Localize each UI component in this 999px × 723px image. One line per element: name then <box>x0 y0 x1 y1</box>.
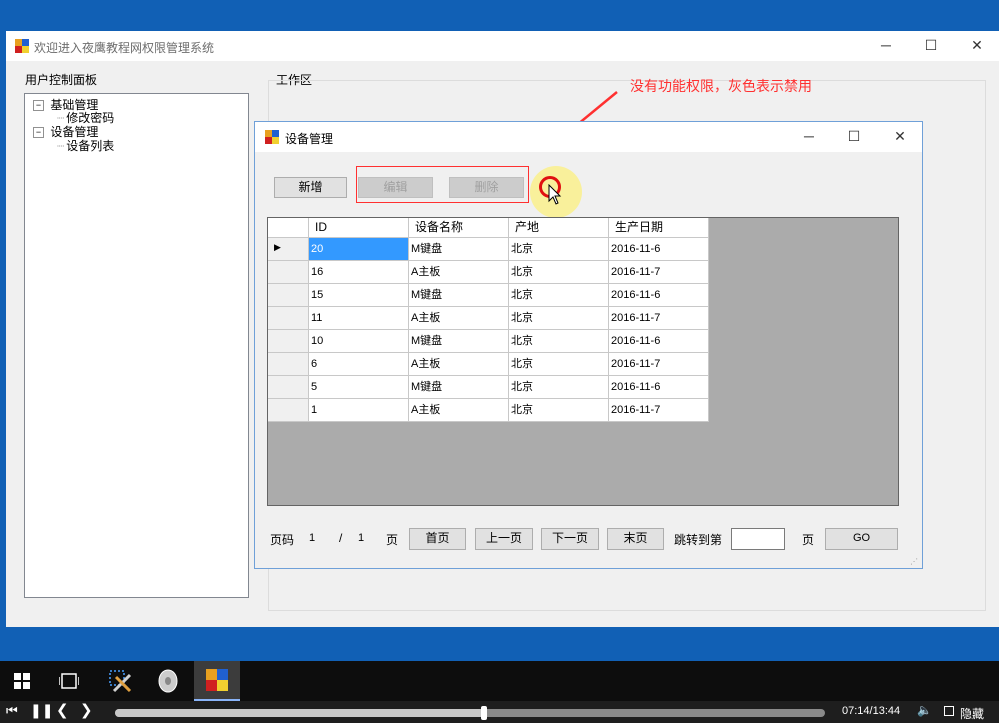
hide-checkbox[interactable] <box>944 706 954 716</box>
cell-date[interactable]: 2016-11-6 <box>609 284 709 307</box>
cell-date[interactable]: 2016-11-6 <box>609 376 709 399</box>
cell-date[interactable]: 2016-11-6 <box>609 238 709 261</box>
cell-id[interactable]: 11 <box>309 307 409 330</box>
cell-name[interactable]: M键盘 <box>409 330 509 353</box>
grid-corner <box>268 218 309 238</box>
close-icon[interactable]: ✕ <box>888 126 912 146</box>
cell-name[interactable]: A主板 <box>409 353 509 376</box>
cell-origin[interactable]: 北京 <box>509 376 609 399</box>
app-icon <box>265 130 279 144</box>
row-header[interactable] <box>268 330 309 353</box>
pause-icon[interactable]: ❚❚ <box>30 702 53 719</box>
cursor-icon <box>548 184 562 205</box>
go-button[interactable]: GO <box>825 528 898 550</box>
prev-icon[interactable]: ❮ <box>56 701 69 719</box>
column-header-date[interactable]: 生产日期 <box>609 218 709 238</box>
cell-date[interactable]: 2016-11-7 <box>609 399 709 422</box>
cell-name[interactable]: A主板 <box>409 307 509 330</box>
minimize-icon[interactable]: ─ <box>797 126 821 146</box>
app-icon <box>206 669 228 691</box>
cell-origin[interactable]: 北京 <box>509 353 609 376</box>
cell-id[interactable]: 20 <box>309 238 409 261</box>
maximize-icon[interactable]: ☐ <box>842 126 866 146</box>
device-management-window: 设备管理 ─ ☐ ✕ 新增 编辑 删除 ID 设备名称 产地 生产日期 ▶ 20… <box>254 121 923 569</box>
row-header[interactable] <box>268 284 309 307</box>
windows-start-icon[interactable] <box>14 673 30 689</box>
current-row-icon: ▶ <box>274 242 281 252</box>
add-button[interactable]: 新增 <box>274 177 347 198</box>
row-header[interactable] <box>268 376 309 399</box>
page-unit: 页 <box>386 533 399 547</box>
playback-time: 07:14/13:44 <box>842 705 901 717</box>
cell-id[interactable]: 5 <box>309 376 409 399</box>
cell-name[interactable]: M键盘 <box>409 376 509 399</box>
resize-grip-icon[interactable]: ⋰ <box>910 557 918 566</box>
player-bar: ⏮ ❚❚ ❮ ❯ 07:14/13:44 🔈 隐藏 <box>0 701 999 723</box>
row-header[interactable] <box>268 399 309 422</box>
cell-date[interactable]: 2016-11-7 <box>609 261 709 284</box>
row-header[interactable] <box>268 307 309 330</box>
column-header-name[interactable]: 设备名称 <box>409 218 509 238</box>
child-title-bar[interactable]: 设备管理 ─ ☐ ✕ <box>255 122 922 152</box>
row-header[interactable] <box>268 261 309 284</box>
cell-date[interactable]: 2016-11-7 <box>609 307 709 330</box>
cell-date[interactable]: 2016-11-7 <box>609 353 709 376</box>
total-pages: 1 <box>358 532 365 544</box>
cell-id[interactable]: 1 <box>309 399 409 422</box>
row-header[interactable]: ▶ <box>268 238 309 261</box>
cell-origin[interactable]: 北京 <box>509 261 609 284</box>
progress-track[interactable] <box>115 706 825 720</box>
jump-unit: 页 <box>802 533 815 547</box>
prev-page-button[interactable]: 上一页 <box>475 528 533 550</box>
cell-id[interactable]: 10 <box>309 330 409 353</box>
child-window-title: 设备管理 <box>285 132 334 146</box>
cell-name[interactable]: A主板 <box>409 399 509 422</box>
cell-origin[interactable]: 北京 <box>509 399 609 422</box>
cell-date[interactable]: 2016-11-6 <box>609 330 709 353</box>
active-app-tab[interactable] <box>194 661 240 701</box>
column-header-id[interactable]: ID <box>309 218 409 238</box>
hide-label: 隐藏 <box>960 707 985 721</box>
row-header[interactable] <box>268 353 309 376</box>
current-page: 1 <box>309 532 316 544</box>
cell-origin[interactable]: 北京 <box>509 238 609 261</box>
volume-icon[interactable]: 🔈 <box>917 703 932 717</box>
progress-thumb[interactable] <box>481 706 488 720</box>
cell-name[interactable]: M键盘 <box>409 238 509 261</box>
jump-page-input[interactable] <box>731 528 785 550</box>
taskbar <box>0 661 999 701</box>
jump-label: 跳转到第 <box>674 533 723 547</box>
cell-id[interactable]: 15 <box>309 284 409 307</box>
tools-app-icon[interactable] <box>108 669 132 693</box>
disabled-highlight-box <box>356 166 529 203</box>
first-page-button[interactable]: 首页 <box>409 528 466 550</box>
cell-origin[interactable]: 北京 <box>509 330 609 353</box>
column-header-origin[interactable]: 产地 <box>509 218 609 238</box>
next-icon[interactable]: ❯ <box>80 701 93 719</box>
cell-origin[interactable]: 北京 <box>509 284 609 307</box>
skip-back-icon[interactable]: ⏮ <box>6 703 18 719</box>
page-label: 页码 <box>270 533 295 547</box>
cell-id[interactable]: 16 <box>309 261 409 284</box>
cell-name[interactable]: M键盘 <box>409 284 509 307</box>
last-page-button[interactable]: 末页 <box>607 528 664 550</box>
page-separator: / <box>339 531 343 545</box>
next-page-button[interactable]: 下一页 <box>541 528 599 550</box>
disc-app-icon[interactable] <box>157 669 179 693</box>
progress-fill <box>115 709 485 717</box>
cell-origin[interactable]: 北京 <box>509 307 609 330</box>
device-grid[interactable]: ID 设备名称 产地 生产日期 ▶ 20 M键盘 北京 2016-11-6 16… <box>267 217 899 506</box>
cell-id[interactable]: 6 <box>309 353 409 376</box>
cell-name[interactable]: A主板 <box>409 261 509 284</box>
task-view-icon[interactable] <box>59 673 79 689</box>
